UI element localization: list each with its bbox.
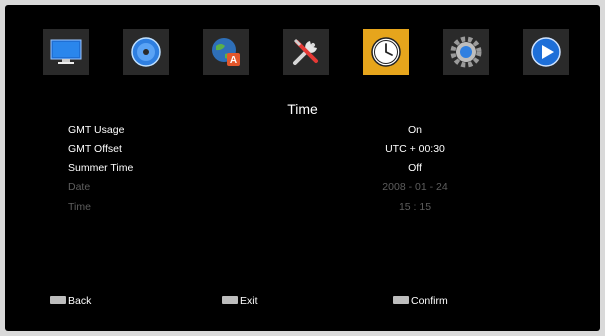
exit-button[interactable]: Exit [222,295,258,309]
menu-tile-tools[interactable] [283,29,329,75]
tools-icon [293,38,318,65]
clock-icon [371,37,401,67]
menu-tile-language[interactable]: A [203,29,249,75]
menu-key-icon [50,296,66,305]
setting-label: Summer Time [68,162,134,174]
main-menu-bar: A [5,29,600,75]
setting-label: Time [68,201,91,213]
exit-key-icon [222,296,238,305]
setting-row-time: Time 15 : 15 [5,201,600,217]
setting-value: 15 : 15 [398,201,432,213]
disc-icon [131,37,161,67]
tv-icon [50,39,82,64]
setting-row-gmt-usage[interactable]: GMT Usage On [5,124,600,140]
settings-screen: A Time GMT Usage On GMT Offset UTC + 00:… [5,5,600,331]
setting-label: Date [68,181,91,193]
back-button[interactable]: Back [50,295,91,309]
setting-value: 2008 - 01 - 24 [382,181,448,193]
page-title: Time [287,101,318,117]
svg-text:A: A [230,55,237,66]
setting-row-gmt-offset[interactable]: GMT Offset UTC + 00:30 [5,143,600,159]
setting-row-summer-time[interactable]: Summer Time Off [5,162,600,178]
ok-key-icon [393,296,409,305]
gear-icon [450,36,482,68]
menu-tile-tv[interactable] [43,29,89,75]
menu-tile-settings[interactable] [443,29,489,75]
setting-value[interactable]: On [340,124,490,136]
setting-label: GMT Offset [68,143,122,155]
menu-tile-time[interactable] [363,29,409,75]
setting-value[interactable]: UTC + 00:30 [340,143,490,155]
menu-tile-media-player[interactable] [523,29,569,75]
menu-tile-media[interactable] [123,29,169,75]
confirm-label: Confirm [411,295,448,308]
globe-language-icon: A [212,38,240,66]
exit-label: Exit [240,295,258,308]
setting-row-date: Date 2008 - 01 - 24 [5,181,600,197]
confirm-button[interactable]: Confirm [393,295,448,309]
setting-value[interactable]: Off [340,162,490,174]
setting-label: GMT Usage [68,124,125,136]
play-icon [531,37,561,67]
back-label: Back [68,295,92,308]
